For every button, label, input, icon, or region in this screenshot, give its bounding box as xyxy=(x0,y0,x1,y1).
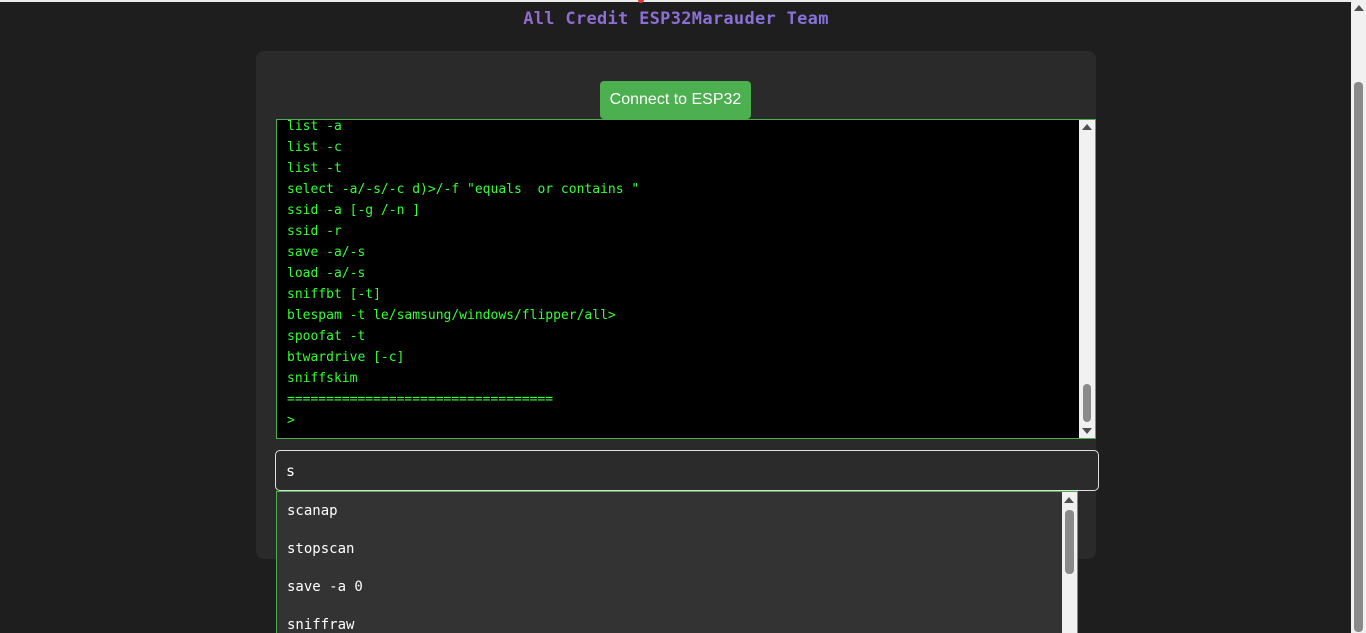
terminal-line: spoofat -t xyxy=(287,329,366,344)
terminal-line: ssid -r xyxy=(287,224,342,239)
suggestion-list[interactable]: scanap stopscan save -a 0 sniffraw xyxy=(276,491,1078,633)
terminal-line: ssid -a [-g /-n ] xyxy=(287,203,421,218)
terminal-scrollbar[interactable] xyxy=(1079,120,1095,438)
command-input[interactable] xyxy=(275,450,1099,491)
terminal-line: > xyxy=(287,413,295,428)
scroll-up-icon[interactable] xyxy=(1082,124,1092,130)
terminal-line: list -c xyxy=(287,140,342,155)
scroll-down-icon[interactable] xyxy=(1082,428,1092,434)
page-scrollbar[interactable] xyxy=(1351,0,1366,633)
suggestion-item[interactable]: scanap xyxy=(287,492,338,530)
scroll-up-icon[interactable] xyxy=(1354,5,1364,11)
terminal-line: select -a/-s/-c d)>/-f "equals or contai… xyxy=(287,182,640,197)
terminal-scroll-thumb[interactable] xyxy=(1083,384,1091,422)
terminal-line: save -a/-s xyxy=(287,245,366,260)
scroll-up-icon[interactable] xyxy=(1064,497,1074,503)
terminal-line: list -a xyxy=(287,119,342,134)
terminal-line: btwardrive [-c] xyxy=(287,350,405,365)
suggestion-scrollbar[interactable] xyxy=(1062,492,1077,633)
connect-button[interactable]: Connect to ESP32 xyxy=(600,81,751,119)
suggestion-item[interactable]: sniffraw xyxy=(287,606,354,633)
terminal-lines: list -a list -c list -t select -a/-s/-c d)>… xyxy=(287,119,1077,431)
terminal-line: blespam -t le/samsung/windows/flipper/al… xyxy=(287,308,616,323)
suggestion-item[interactable]: stopscan xyxy=(287,530,354,568)
terminal-line: list -t xyxy=(287,161,342,176)
terminal-line: sniffbt [-t] xyxy=(287,287,381,302)
top-border xyxy=(0,0,1366,2)
suggestion-scroll-thumb[interactable] xyxy=(1065,510,1074,574)
credit-heading: All Credit ESP32Marauder Team xyxy=(0,9,1352,29)
red-indicator xyxy=(638,0,644,3)
terminal-line: ================================== xyxy=(287,392,554,407)
terminal-output[interactable]: list -a list -c list -t select -a/-s/-c d)>… xyxy=(276,119,1096,439)
suggestion-item[interactable]: save -a 0 xyxy=(287,568,363,606)
page-scroll-thumb[interactable] xyxy=(1354,82,1363,632)
page: All Credit ESP32Marauder Team Connect to… xyxy=(0,0,1366,633)
terminal-line: load -a/-s xyxy=(287,266,366,281)
terminal-line: sniffskim xyxy=(287,371,358,386)
